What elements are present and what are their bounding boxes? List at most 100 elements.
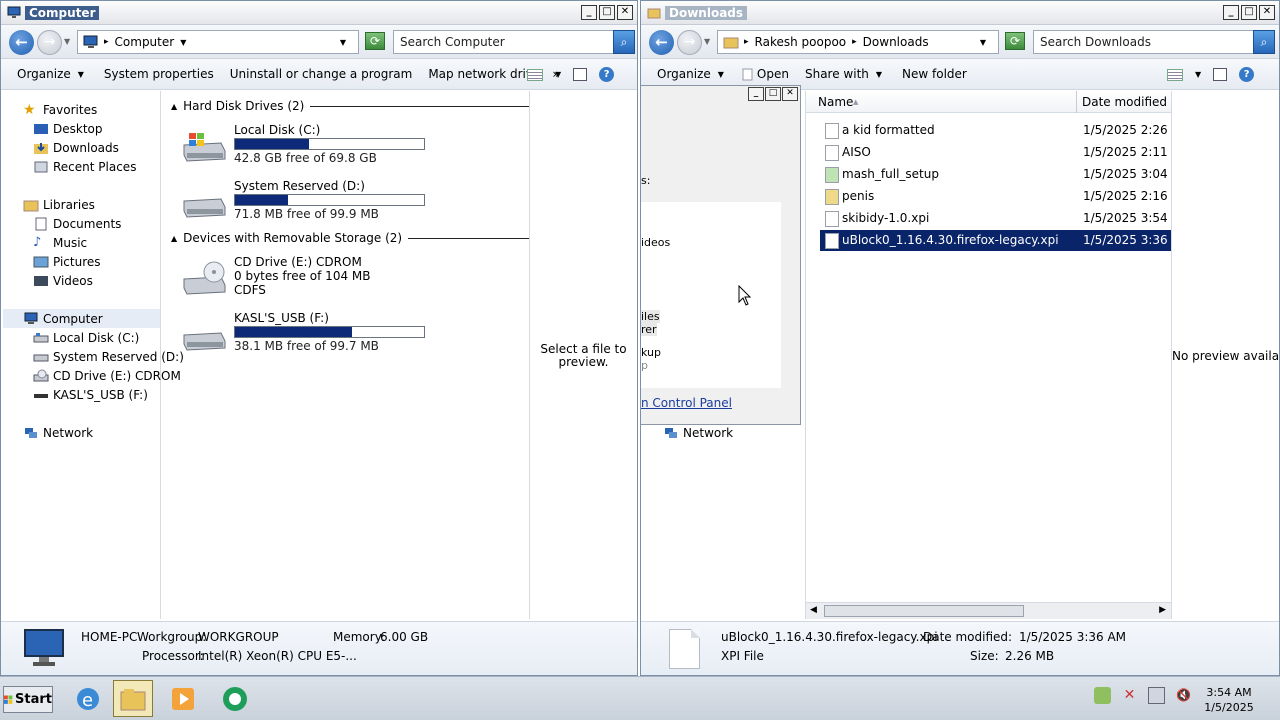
scrollbar-thumb[interactable]: [824, 605, 1024, 617]
drive-system-reserved-d[interactable]: System Reserved (D:) 71.8 MB free of 99.…: [181, 177, 441, 227]
map-network-drive-button[interactable]: Map network drive: [428, 67, 540, 81]
drive-local-disk-c[interactable]: Local Disk (C:) 42.8 GB free of 69.8 GB: [181, 121, 441, 171]
organize-button[interactable]: Organize ▼: [657, 67, 724, 81]
preview-message: Select a file to preview.: [540, 342, 627, 369]
organize-button[interactable]: Organize ▼: [17, 67, 84, 81]
close-button[interactable]: ✕: [617, 5, 633, 20]
file-row[interactable]: AISO 1/5/2025 2:11 AM: [820, 142, 1190, 163]
downloads-window: Downloads _ □ ✕ ← → ▼ ▸ Rakesh poopoo ▸ …: [640, 0, 1280, 676]
help-icon[interactable]: ?: [599, 67, 615, 82]
nav-downloads[interactable]: Downloads: [33, 138, 160, 157]
minimize-button[interactable]: _: [1223, 5, 1239, 20]
horizontal-scrollbar[interactable]: ◀ ▶: [806, 602, 1171, 619]
close-button[interactable]: ✕: [782, 87, 798, 101]
preview-pane-icon[interactable]: [573, 68, 588, 81]
nav-favorites[interactable]: ★ Favorites: [23, 100, 160, 119]
maximize-button[interactable]: □: [599, 5, 615, 20]
search-input[interactable]: Search Downloads: [1033, 30, 1255, 54]
window-title: Downloads: [665, 6, 748, 20]
internet-explorer-icon[interactable]: e: [68, 680, 108, 717]
breadcrumb[interactable]: ▸ Computer ▼ ▼: [77, 30, 359, 54]
preview-pane: Select a file to preview.: [529, 91, 637, 619]
preview-pane-icon[interactable]: [1213, 68, 1228, 81]
change-view-icon[interactable]: [1167, 68, 1183, 81]
file-row[interactable]: mash_full_setup 1/5/2025 3:04 AM: [820, 164, 1190, 185]
file-row[interactable]: skibidy-1.0.xpi 1/5/2025 3:54 AM: [820, 208, 1190, 229]
control-panel-link[interactable]: n Control Panel: [641, 396, 732, 410]
section-removable-storage[interactable]: ▲ Devices with Removable Storage (2): [171, 231, 537, 245]
section-hard-disk-drives[interactable]: ▲ Hard Disk Drives (2): [171, 99, 547, 113]
minimize-button[interactable]: _: [581, 5, 597, 20]
column-date-modified[interactable]: Date modified: [1082, 95, 1167, 109]
address-dropdown[interactable]: ▼: [980, 38, 986, 47]
forward-button[interactable]: →: [677, 30, 702, 55]
change-view-icon[interactable]: [527, 68, 543, 81]
title-bar[interactable]: Downloads _ □ ✕: [641, 1, 1279, 25]
videos-icon: [34, 275, 48, 286]
back-button[interactable]: ←: [9, 30, 34, 55]
nav-local-disk[interactable]: Local Disk (C:): [33, 328, 160, 347]
app-green-icon[interactable]: [215, 680, 255, 717]
recent-pages-dropdown[interactable]: ▼: [64, 37, 70, 46]
column-name[interactable]: Name: [818, 95, 853, 109]
nav-computer[interactable]: Computer: [3, 309, 160, 328]
close-button[interactable]: ✕: [1259, 5, 1275, 20]
nav-recent-places[interactable]: Recent Places: [33, 157, 160, 176]
breadcrumb[interactable]: ▸ Rakesh poopoo ▸ Downloads ▼: [717, 30, 999, 54]
size-label: Size:: [970, 649, 999, 663]
scroll-left-icon[interactable]: ◀: [810, 605, 817, 615]
nav-network[interactable]: Network: [23, 423, 160, 442]
no-preview-message: No preview available.: [1172, 349, 1280, 363]
nav-desktop[interactable]: Desktop: [33, 119, 160, 138]
file-row-selected[interactable]: uBlock0_1.16.4.30.firefox-legacy.xpi 1/5/…: [820, 230, 1190, 251]
breadcrumb-computer[interactable]: Computer: [115, 35, 175, 49]
network-error-icon[interactable]: ✕: [1121, 687, 1138, 704]
dialog-content: ideos iles rer kup p: [641, 202, 781, 388]
nav-network[interactable]: Network: [663, 423, 803, 442]
share-with-button[interactable]: Share with ▼: [805, 67, 882, 81]
system-properties-button[interactable]: System properties: [104, 67, 214, 81]
help-icon[interactable]: ?: [1239, 67, 1255, 82]
action-center-icon[interactable]: [1094, 687, 1111, 704]
nav-libraries[interactable]: Libraries: [23, 195, 160, 214]
open-button[interactable]: Open: [742, 67, 789, 81]
breadcrumb-user[interactable]: Rakesh poopoo: [755, 35, 847, 49]
search-input[interactable]: Search Computer: [393, 30, 615, 54]
back-button[interactable]: ←: [649, 30, 674, 55]
windows-explorer-icon[interactable]: [113, 680, 153, 717]
nav-documents[interactable]: Documents: [33, 214, 160, 233]
uninstall-program-button[interactable]: Uninstall or change a program: [230, 67, 413, 81]
view-dropdown-icon[interactable]: ▼: [555, 70, 561, 79]
start-button[interactable]: Start: [3, 686, 53, 713]
volume-muted-icon[interactable]: 🔇: [1175, 687, 1192, 704]
minimize-button[interactable]: _: [748, 87, 764, 101]
nav-usb-drive[interactable]: KASL'S_USB (F:): [33, 385, 160, 404]
refresh-button[interactable]: ⟳: [365, 32, 385, 50]
address-dropdown[interactable]: ▼: [340, 38, 346, 47]
maximize-button[interactable]: □: [1241, 5, 1257, 20]
file-row[interactable]: a kid formatted 1/5/2025 2:26 AM: [820, 120, 1190, 141]
nav-system-reserved[interactable]: System Reserved (D:): [33, 347, 184, 366]
nav-pictures[interactable]: Pictures: [33, 252, 160, 271]
drive-usb-f[interactable]: KASL'S_USB (F:) 38.1 MB free of 99.7 MB: [181, 309, 441, 359]
new-folder-button[interactable]: New folder: [902, 67, 967, 81]
search-icon[interactable]: ⌕: [1253, 30, 1275, 54]
drive-cd-e[interactable]: CD Drive (E:) CDROM 0 bytes free of 104 …: [181, 253, 441, 303]
forward-button[interactable]: →: [37, 30, 62, 55]
maximize-button[interactable]: □: [765, 87, 781, 101]
nav-music[interactable]: ♪ Music: [33, 233, 160, 252]
nav-cd-drive[interactable]: CD Drive (E:) CDROM: [33, 366, 181, 385]
search-icon[interactable]: ⌕: [613, 30, 635, 54]
title-bar[interactable]: Computer _ □ ✕: [1, 1, 637, 25]
scroll-right-icon[interactable]: ▶: [1159, 605, 1166, 615]
file-row[interactable]: penis 1/5/2025 2:16 AM: [820, 186, 1190, 207]
refresh-button[interactable]: ⟳: [1005, 32, 1025, 50]
media-player-icon[interactable]: [163, 680, 203, 717]
network-icon[interactable]: [1148, 687, 1165, 704]
nav-videos[interactable]: Videos: [33, 271, 160, 290]
breadcrumb-downloads[interactable]: Downloads: [863, 35, 929, 49]
recent-pages-dropdown[interactable]: ▼: [704, 37, 710, 46]
mouse-cursor-icon: [738, 285, 752, 306]
view-dropdown-icon[interactable]: ▼: [1195, 70, 1201, 79]
clock[interactable]: 3:54 AM 1/5/2025: [1198, 685, 1260, 715]
